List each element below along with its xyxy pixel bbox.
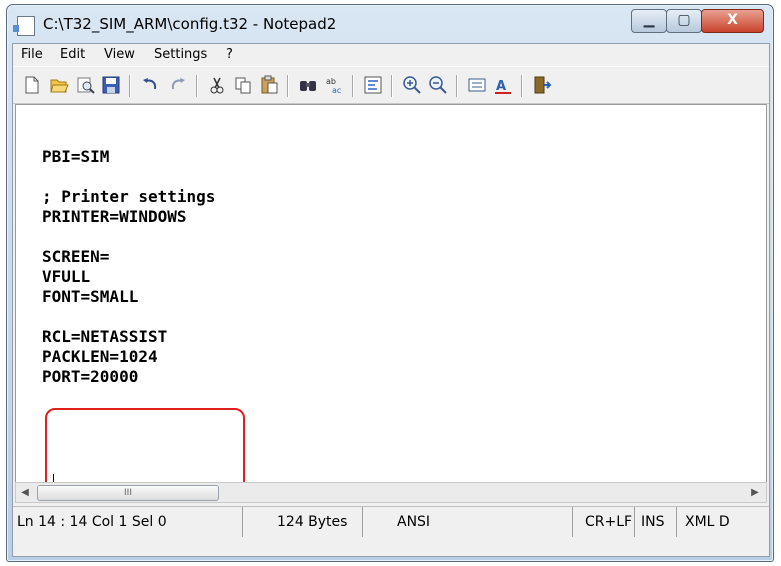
menu-bar: File Edit View Settings ?: [13, 44, 769, 66]
client-area: File Edit View Settings ? ab ac A PBI=SI…: [12, 43, 770, 557]
title-bar[interactable]: C:\T32_SIM_ARM\config.t32 - Notepad2 ▁ ▢…: [7, 5, 773, 45]
editor-content[interactable]: PBI=SIM ; Printer settings PRINTER=WINDO…: [42, 147, 215, 387]
window-title: C:\T32_SIM_ARM\config.t32 - Notepad2: [43, 15, 337, 33]
open-icon[interactable]: [49, 75, 69, 95]
scroll-left-arrow[interactable]: ◀: [16, 483, 34, 502]
status-lexer[interactable]: XML D: [677, 507, 769, 537]
scroll-right-arrow[interactable]: ▶: [746, 483, 764, 502]
font-icon[interactable]: A: [493, 75, 513, 95]
scheme-icon[interactable]: [467, 75, 487, 95]
menu-edit[interactable]: Edit: [60, 47, 85, 62]
menu-file[interactable]: File: [21, 47, 43, 62]
save-icon[interactable]: [101, 75, 121, 95]
paste-icon[interactable]: [259, 75, 279, 95]
svg-text:ab: ab: [326, 77, 336, 86]
toolbar-separator: [521, 75, 523, 97]
toolbar-separator: [287, 75, 289, 97]
menu-view[interactable]: View: [104, 47, 135, 62]
notepad2-window: C:\T32_SIM_ARM\config.t32 - Notepad2 ▁ ▢…: [6, 4, 774, 562]
menu-help[interactable]: ?: [226, 47, 233, 62]
find-icon[interactable]: [298, 75, 318, 95]
browse-icon[interactable]: [75, 75, 95, 95]
text-editor[interactable]: PBI=SIM ; Printer settings PRINTER=WINDO…: [15, 104, 767, 499]
status-position: Ln 14 : 14 Col 1 Sel 0: [13, 507, 243, 537]
exit-icon[interactable]: [532, 75, 552, 95]
toolbar-separator: [196, 75, 198, 97]
replace-icon[interactable]: abac: [324, 75, 344, 95]
cut-icon[interactable]: [207, 75, 227, 95]
redo-icon[interactable]: [168, 75, 188, 95]
undo-icon[interactable]: [140, 75, 160, 95]
notepad-app-icon: [13, 16, 35, 36]
toolbar-separator: [129, 75, 131, 97]
zoom-in-icon[interactable]: [402, 75, 422, 95]
svg-text:ac: ac: [332, 86, 341, 95]
status-insert-mode: INS: [635, 507, 677, 537]
status-size: 124 Bytes: [243, 507, 363, 537]
wrap-icon[interactable]: [363, 75, 383, 95]
toolbar-separator: [456, 75, 458, 97]
toolbar-separator: [352, 75, 354, 97]
menu-settings[interactable]: Settings: [154, 47, 207, 62]
close-button[interactable]: X: [701, 9, 764, 33]
maximize-button[interactable]: ▢: [666, 9, 702, 33]
new-icon[interactable]: [22, 75, 42, 95]
toolbar: ab ac A: [13, 66, 769, 104]
zoom-out-icon[interactable]: [428, 75, 448, 95]
status-encoding[interactable]: ANSI: [363, 507, 573, 537]
svg-text:A: A: [496, 79, 506, 94]
minimize-button[interactable]: ▁: [631, 9, 667, 33]
copy-icon[interactable]: [233, 75, 253, 95]
status-bar: Ln 14 : 14 Col 1 Sel 0 124 Bytes ANSI CR…: [13, 506, 769, 537]
scrollbar-thumb[interactable]: III: [37, 485, 219, 501]
horizontal-scrollbar[interactable]: ◀ III ▶: [15, 482, 767, 503]
toolbar-separator: [391, 75, 393, 97]
status-line-endings[interactable]: CR+LF: [573, 507, 635, 537]
